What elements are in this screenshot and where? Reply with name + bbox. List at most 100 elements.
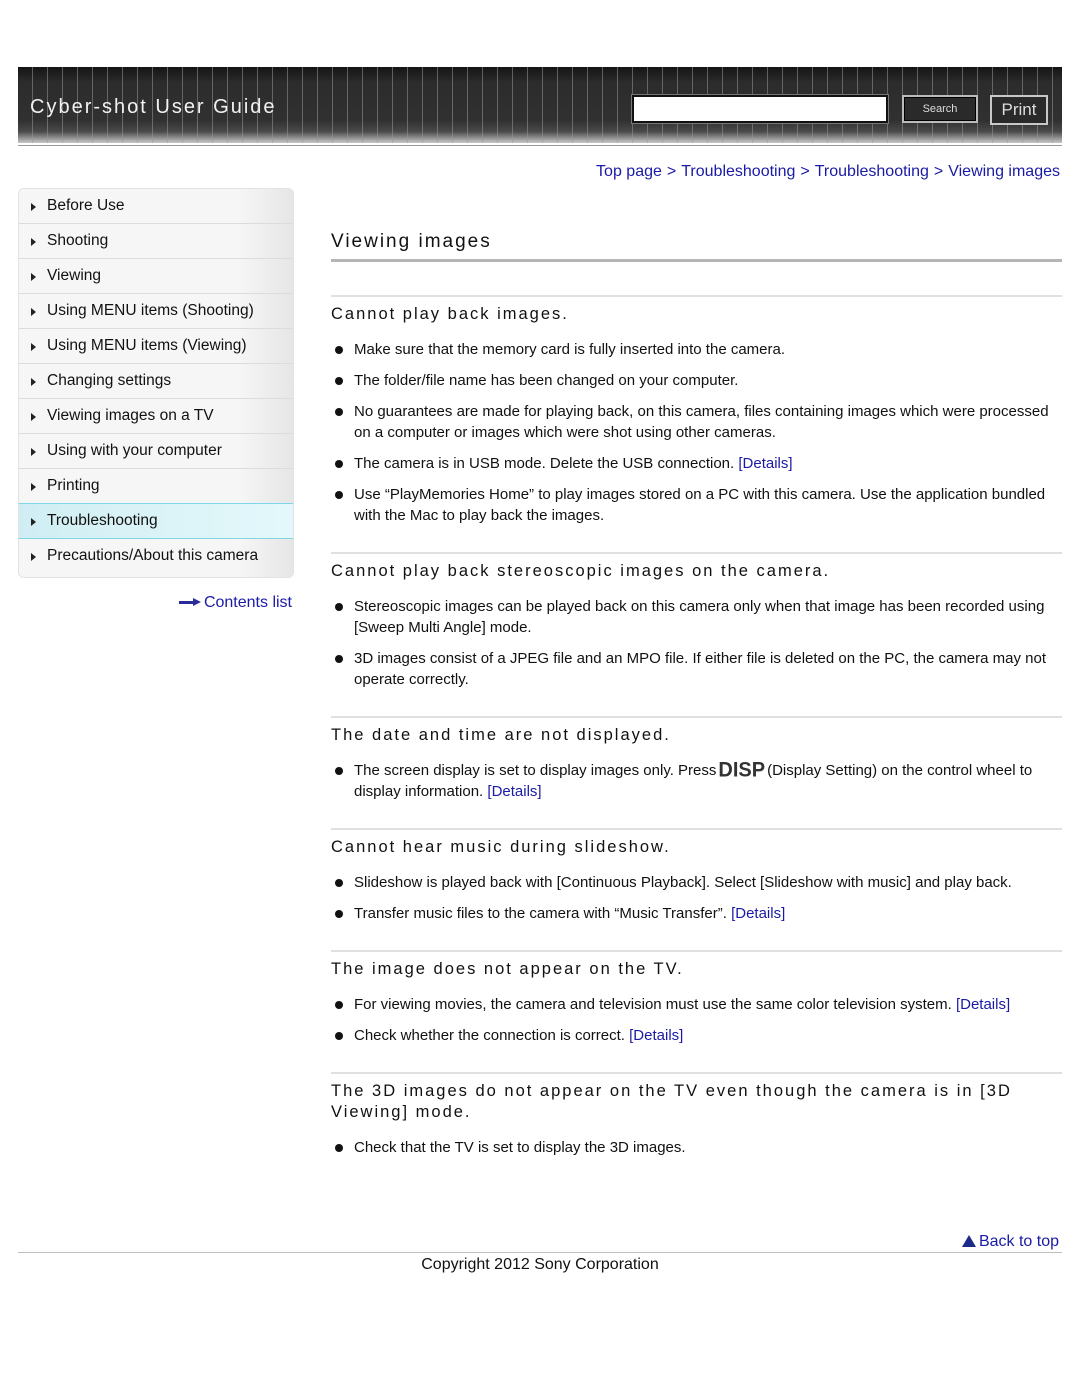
- caret-right-icon: [31, 308, 36, 316]
- section-title: The 3D images do not appear on the TV ev…: [331, 1082, 1012, 1121]
- contents-list-label: Contents list: [203, 594, 292, 611]
- section-3d-not-on-tv: The 3D images do not appear on the TV ev…: [331, 1072, 1062, 1158]
- triangle-up-icon: [961, 1235, 976, 1247]
- item-text: The camera is in USB mode. Delete the US…: [354, 455, 735, 472]
- sidebar-item-menu-shooting[interactable]: Using MENU items (Shooting): [19, 294, 293, 329]
- page-title: Viewing images: [331, 231, 492, 252]
- details-link[interactable]: [Details]: [629, 1027, 683, 1044]
- sidebar-item-troubleshooting[interactable]: Troubleshooting: [19, 503, 293, 539]
- search-input[interactable]: [631, 94, 889, 124]
- section-date-time: The date and time are not displayed. The…: [331, 716, 1062, 802]
- item-text: No guarantees are made for playing back,…: [354, 403, 1049, 441]
- sidebar-item-label: Using MENU items (Viewing): [47, 337, 247, 354]
- details-link[interactable]: [Details]: [487, 783, 541, 800]
- item-text: Transfer music files to the camera with …: [354, 905, 727, 922]
- breadcrumb-troubleshooting-sub[interactable]: Troubleshooting: [815, 163, 929, 180]
- item-text: Slideshow is played back with [Continuou…: [354, 874, 1012, 891]
- sidebar-item-printing[interactable]: Printing: [19, 469, 293, 504]
- sidebar-item-label: Precautions/About this camera: [47, 547, 259, 564]
- bullet-icon: [335, 377, 343, 385]
- bullet-icon: [335, 408, 343, 416]
- sidebar-item-precautions[interactable]: Precautions/About this camera: [19, 539, 293, 577]
- section-title: Cannot play back images.: [331, 305, 569, 323]
- sidebar-item-label: Using MENU items (Shooting): [47, 302, 254, 319]
- sidebar-item-label: Before Use: [47, 197, 125, 214]
- item-list: For viewing movies, the camera and telev…: [331, 994, 1062, 1046]
- breadcrumb-viewing-images[interactable]: Viewing images: [948, 163, 1060, 180]
- sidebar-item-menu-viewing[interactable]: Using MENU items (Viewing): [19, 329, 293, 364]
- list-item: The folder/file name has been changed on…: [331, 370, 1062, 391]
- breadcrumb-troubleshooting[interactable]: Troubleshooting: [681, 163, 795, 180]
- breadcrumb-separator: >: [666, 163, 677, 180]
- section-cannot-play-back: Cannot play back images. Make sure that …: [331, 295, 1062, 526]
- sidebar-item-changing-settings[interactable]: Changing settings: [19, 364, 293, 399]
- sidebar-item-label: Viewing: [47, 267, 102, 284]
- list-item: The camera is in USB mode. Delete the US…: [331, 453, 1062, 474]
- bullet-icon: [335, 460, 343, 468]
- section-slideshow-music: Cannot hear music during slideshow. Slid…: [331, 828, 1062, 924]
- caret-right-icon: [31, 518, 36, 526]
- list-item: Slideshow is played back with [Continuou…: [331, 872, 1062, 893]
- list-item: 3D images consist of a JPEG file and an …: [331, 648, 1062, 690]
- back-to-top-label: Back to top: [978, 1233, 1059, 1250]
- breadcrumb: Top page > Troubleshooting > Troubleshooting…: [596, 163, 1060, 181]
- bullet-icon: [335, 655, 343, 663]
- copyright: Copyright 2012 Sony Corporation: [421, 1256, 659, 1273]
- item-text: Check that the TV is set to display the …: [354, 1139, 686, 1156]
- caret-right-icon: [31, 273, 36, 281]
- bullet-icon: [335, 879, 343, 887]
- footer-divider: [18, 1252, 1062, 1253]
- details-link[interactable]: [Details]: [956, 996, 1010, 1013]
- print-button[interactable]: Print: [990, 95, 1048, 125]
- section-title: Cannot play back stereoscopic images on …: [331, 562, 831, 580]
- sidebar-item-label: Printing: [47, 477, 100, 494]
- arrow-right-icon: [178, 598, 201, 607]
- bullet-icon: [335, 910, 343, 918]
- item-list: Check that the TV is set to display the …: [331, 1137, 1062, 1158]
- details-link[interactable]: [Details]: [738, 455, 792, 472]
- sidebar-item-shooting[interactable]: Shooting: [19, 224, 293, 259]
- item-text: Stereoscopic images can be played back o…: [354, 598, 1045, 636]
- caret-right-icon: [31, 553, 36, 561]
- item-text: The folder/file name has been changed on…: [354, 372, 739, 389]
- header-banner: Cyber-shot User Guide Search Print: [18, 67, 1062, 143]
- header-divider: [18, 145, 1062, 146]
- bullet-icon: [335, 346, 343, 354]
- breadcrumb-separator: >: [800, 163, 810, 180]
- caret-right-icon: [31, 413, 36, 421]
- caret-right-icon: [31, 203, 36, 211]
- sidebar-item-label: Changing settings: [47, 372, 172, 389]
- bullet-icon: [335, 1001, 343, 1009]
- section-image-not-on-tv: The image does not appear on the TV. For…: [331, 950, 1062, 1046]
- caret-right-icon: [31, 378, 36, 386]
- main-content: Viewing images Cannot play back images. …: [331, 228, 1062, 1168]
- breadcrumb-separator: >: [933, 163, 944, 180]
- caret-right-icon: [31, 448, 36, 456]
- list-item: Use “PlayMemories Home” to play images s…: [331, 484, 1062, 526]
- list-item: Check that the TV is set to display the …: [331, 1137, 1062, 1158]
- back-to-top-link[interactable]: Back to top: [961, 1233, 1059, 1251]
- list-item: The screen display is set to display ima…: [331, 759, 1062, 802]
- item-list: The screen display is set to display ima…: [331, 759, 1062, 802]
- contents-list-link[interactable]: Contents list: [178, 594, 292, 612]
- item-text: 3D images consist of a JPEG file and an …: [354, 650, 1046, 688]
- section-title: Cannot hear music during slideshow.: [331, 838, 671, 856]
- sidebar-item-viewing[interactable]: Viewing: [19, 259, 293, 294]
- sidebar-item-viewing-on-tv[interactable]: Viewing images on a TV: [19, 399, 293, 434]
- sidebar-item-label: Using with your computer: [47, 442, 222, 459]
- section-title: The image does not appear on the TV.: [331, 960, 684, 978]
- sidebar-item-before-use[interactable]: Before Use: [19, 189, 293, 224]
- caret-right-icon: [31, 483, 36, 491]
- search-button[interactable]: Search: [902, 95, 978, 123]
- title-divider: [331, 259, 1062, 262]
- caret-right-icon: [31, 343, 36, 351]
- list-item: Transfer music files to the camera with …: [331, 903, 1062, 924]
- bullet-icon: [335, 767, 343, 775]
- item-list: Stereoscopic images can be played back o…: [331, 596, 1062, 690]
- section-stereoscopic: Cannot play back stereoscopic images on …: [331, 552, 1062, 690]
- section-title: The date and time are not displayed.: [331, 726, 671, 744]
- sidebar-item-computer[interactable]: Using with your computer: [19, 434, 293, 469]
- item-text: The screen display is set to display ima…: [354, 762, 717, 779]
- details-link[interactable]: [Details]: [731, 905, 785, 922]
- breadcrumb-top-page[interactable]: Top page: [596, 163, 662, 180]
